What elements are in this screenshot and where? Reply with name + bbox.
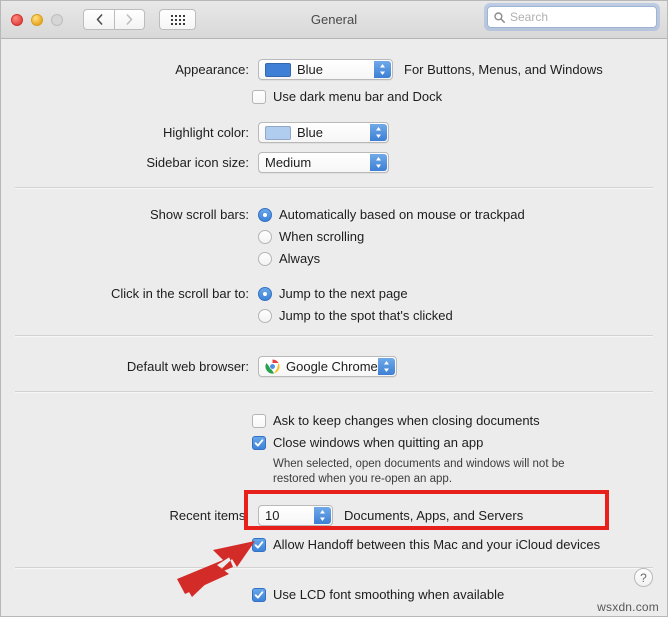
minimize-button[interactable] xyxy=(31,13,43,26)
close-windows-checkbox[interactable] xyxy=(252,435,266,450)
lcd-smoothing-row[interactable]: Use LCD font smoothing when available xyxy=(252,587,504,602)
highlight-color-label: Highlight color: xyxy=(163,125,249,140)
search-placeholder: Search xyxy=(510,10,549,24)
zoom-button-disabled xyxy=(51,13,63,26)
recent-items-popup[interactable]: 10 xyxy=(258,505,333,526)
scroll-bars-option-always-row[interactable]: Always xyxy=(258,251,320,266)
dark-menu-bar-label: Use dark menu bar and Dock xyxy=(273,89,443,104)
appearance-label: Appearance: xyxy=(175,62,249,77)
show-scroll-bars-row: Show scroll bars: Automatically based on… xyxy=(138,207,525,222)
divider-2 xyxy=(15,335,653,336)
recent-items-hint: Documents, Apps, and Servers xyxy=(344,508,524,523)
click-scroll-bar-spot-label: Jump to the spot that's clicked xyxy=(279,308,453,323)
title-bar: General Search xyxy=(1,1,667,39)
sidebar-icon-size-label: Sidebar icon size: xyxy=(146,155,249,170)
scroll-bars-option-when-scrolling-radio[interactable] xyxy=(258,229,272,244)
chrome-icon xyxy=(265,359,280,374)
close-windows-row[interactable]: Close windows when quitting an app xyxy=(252,435,483,450)
handoff-label: Allow Handoff between this Mac and your … xyxy=(273,537,601,552)
checkmark-icon xyxy=(254,438,264,447)
handoff-row[interactable]: Allow Handoff between this Mac and your … xyxy=(252,537,600,552)
sidebar-icon-size-value: Medium xyxy=(265,155,312,170)
highlight-color-swatch xyxy=(265,125,291,140)
show-all-button[interactable] xyxy=(159,9,196,30)
sidebar-icon-size-row: Sidebar icon size: Medium xyxy=(132,152,389,173)
sidebar-icon-size-popup[interactable]: Medium xyxy=(258,152,389,173)
click-scroll-bar-label: Click in the scroll bar to: xyxy=(111,286,249,301)
watermark: wsxdn.com xyxy=(597,600,659,614)
scroll-bars-option-when-scrolling-row[interactable]: When scrolling xyxy=(258,229,364,244)
scroll-bars-option-always-label: Always xyxy=(279,251,321,266)
lcd-smoothing-checkbox[interactable] xyxy=(252,587,266,602)
appearance-row: Appearance: Blue For Buttons, Menus, and… xyxy=(166,59,603,80)
scroll-bars-option-when-scrolling-label: When scrolling xyxy=(279,229,365,244)
highlight-color-popup[interactable]: Blue xyxy=(258,122,389,143)
stepper-arrows-icon xyxy=(378,358,395,375)
help-button[interactable]: ? xyxy=(634,568,653,587)
default-browser-row: Default web browser: Google Chrome xyxy=(115,356,397,377)
chevron-right-icon xyxy=(126,14,133,25)
click-scroll-bar-spot-row[interactable]: Jump to the spot that's clicked xyxy=(258,308,453,323)
click-scroll-bar-next-page-radio[interactable] xyxy=(258,286,272,301)
scroll-bars-option-auto-label: Automatically based on mouse or trackpad xyxy=(279,207,525,222)
handoff-checkbox[interactable] xyxy=(252,537,266,552)
divider-1 xyxy=(15,187,653,188)
stepper-arrows-icon xyxy=(374,61,391,78)
recent-items-value: 10 xyxy=(265,508,280,523)
grid-icon xyxy=(170,14,185,25)
ask-keep-changes-row[interactable]: Ask to keep changes when closing documen… xyxy=(252,413,540,428)
appearance-popup[interactable]: Blue xyxy=(258,59,393,80)
navigation-buttons xyxy=(83,9,145,30)
appearance-hint: For Buttons, Menus, and Windows xyxy=(404,62,603,77)
divider-4 xyxy=(15,567,653,568)
appearance-color-swatch xyxy=(265,62,291,77)
highlight-color-row: Highlight color: Blue xyxy=(144,122,389,143)
stepper-arrows-icon xyxy=(314,507,331,524)
ask-keep-changes-checkbox[interactable] xyxy=(252,413,266,428)
scroll-bars-option-always-radio[interactable] xyxy=(258,251,272,266)
search-container: Search xyxy=(484,3,660,31)
back-button[interactable] xyxy=(83,9,114,30)
preferences-content: Appearance: Blue For Buttons, Menus, and… xyxy=(1,39,667,616)
search-icon xyxy=(494,11,505,23)
divider-3 xyxy=(15,391,653,392)
search-input[interactable]: Search xyxy=(487,6,657,28)
forward-button xyxy=(114,9,145,30)
scroll-bars-option-auto-radio[interactable] xyxy=(258,207,272,222)
default-browser-value: Google Chrome xyxy=(286,359,378,374)
show-scroll-bars-label: Show scroll bars: xyxy=(150,207,249,222)
default-browser-popup[interactable]: Google Chrome xyxy=(258,356,397,377)
click-scroll-bar-spot-radio[interactable] xyxy=(258,308,272,323)
highlight-color-value: Blue xyxy=(297,125,324,140)
checkmark-icon xyxy=(254,540,264,549)
dark-menu-bar-checkbox[interactable] xyxy=(252,89,266,104)
click-scroll-bar-next-page-label: Jump to the next page xyxy=(279,286,408,301)
system-preferences-window: General Search Appearance: Blue For Butt… xyxy=(0,0,668,617)
dark-menu-bar-row[interactable]: Use dark menu bar and Dock xyxy=(252,89,442,104)
close-windows-note-line-1: When selected, open documents and window… xyxy=(273,458,565,470)
chevron-left-icon xyxy=(96,14,102,25)
close-windows-label: Close windows when quitting an app xyxy=(273,435,484,450)
default-browser-label: Default web browser: xyxy=(126,359,249,374)
click-scroll-bar-row: Click in the scroll bar to: Jump to the … xyxy=(100,286,408,301)
stepper-arrows-icon xyxy=(370,124,387,141)
checkmark-icon xyxy=(254,590,264,599)
recent-items-row: Recent items: 10 Documents, Apps, and Se… xyxy=(146,505,523,526)
ask-keep-changes-label: Ask to keep changes when closing documen… xyxy=(273,413,540,428)
stepper-arrows-icon xyxy=(370,154,387,171)
window-controls xyxy=(11,13,63,26)
close-button[interactable] xyxy=(11,13,23,26)
close-windows-note-line-2: restored when you re-open an app. xyxy=(273,473,453,485)
recent-items-label: Recent items: xyxy=(169,508,249,523)
lcd-smoothing-label: Use LCD font smoothing when available xyxy=(273,587,505,602)
appearance-value: Blue xyxy=(297,62,324,77)
